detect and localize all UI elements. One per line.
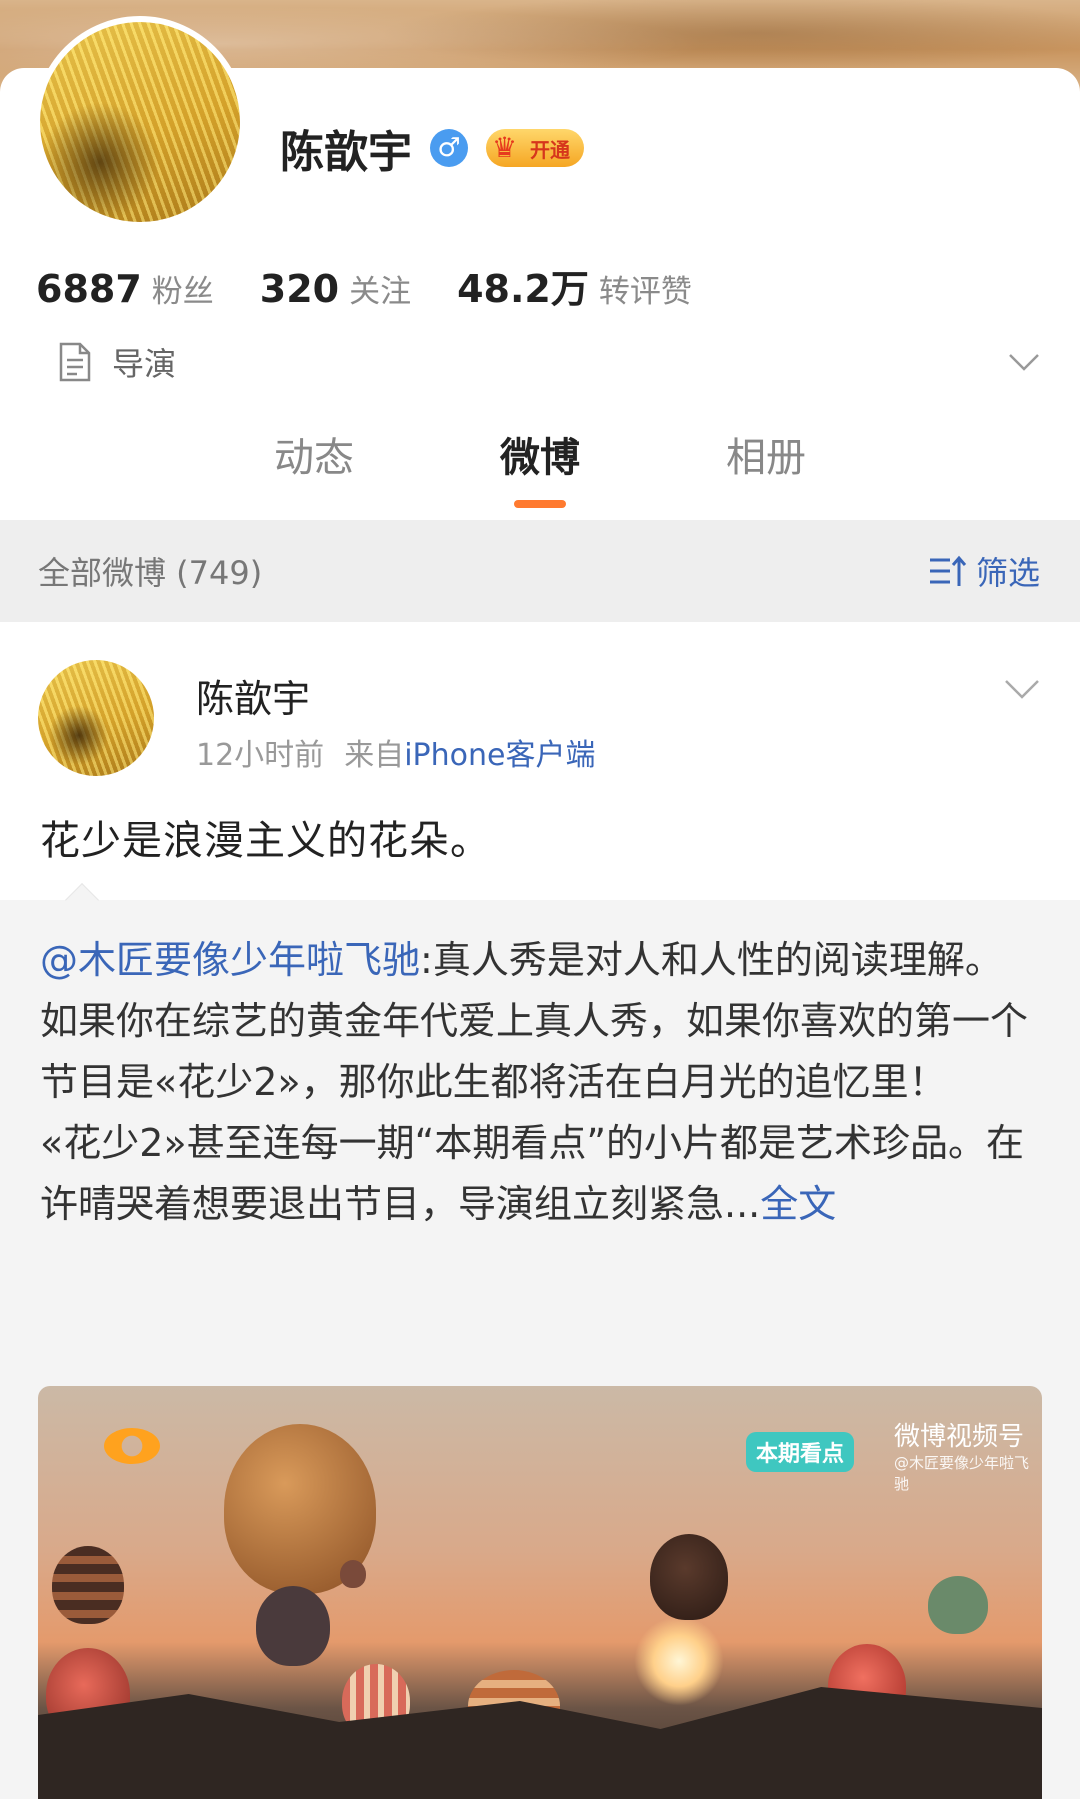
profile-name: 陈歆宇 bbox=[280, 127, 412, 178]
tab-dynamics[interactable]: 动态 bbox=[274, 428, 354, 488]
repost-mention[interactable]: @木匠要像少年啦飞驰 bbox=[40, 938, 420, 982]
chevron-down-icon[interactable] bbox=[1008, 352, 1040, 372]
video-balloon bbox=[52, 1546, 124, 1624]
active-tab-indicator bbox=[514, 500, 566, 508]
post-text: 花少是浪漫主义的花朵。 bbox=[40, 818, 491, 864]
stat-followers[interactable]: 6887 粉丝 bbox=[36, 266, 214, 311]
post-source: 来自iPhone客户端 bbox=[344, 730, 595, 774]
stat-following[interactable]: 320 关注 bbox=[260, 266, 411, 311]
profile-avatar[interactable] bbox=[34, 16, 246, 228]
tv-channel-logo-icon bbox=[104, 1428, 160, 1464]
repost-line-1: :真人秀是对人和人性的阅读理解。 bbox=[420, 938, 1003, 982]
stat-label: 关注 bbox=[349, 274, 412, 310]
video-balloon bbox=[650, 1534, 728, 1620]
tab-weibo[interactable]: 微博 bbox=[500, 428, 580, 488]
post-author-name[interactable]: 陈歆宇 bbox=[196, 668, 310, 723]
post-author-avatar[interactable] bbox=[38, 660, 154, 776]
post-source-prefix: 来自 bbox=[344, 738, 405, 773]
repost-line-2: 如果你在综艺的黄金年代爱上真人秀，如果你喜欢的第一个节目是«花少2»，那你此生都… bbox=[40, 999, 1029, 1104]
filter-button[interactable]: 筛选 bbox=[928, 548, 1040, 594]
all-posts-count: 全部微博 (749) bbox=[38, 554, 263, 592]
video-sun bbox=[634, 1616, 724, 1706]
post-meta: 12小时前 来自iPhone客户端 bbox=[196, 730, 595, 774]
video-balloon bbox=[928, 1576, 988, 1634]
watermark-brand: 微博视频号 bbox=[894, 1422, 1025, 1452]
filter-label: 筛选 bbox=[975, 554, 1040, 592]
video-balloon bbox=[256, 1586, 330, 1666]
stat-value: 48.2万 bbox=[457, 267, 589, 311]
profile-intro[interactable]: 导演 bbox=[58, 340, 176, 384]
repost-line-3: «花少2»甚至连每一期“本期看点”的小片都是艺术珍品。在许晴哭着想要退出节目，导… bbox=[40, 1121, 1025, 1226]
read-more-link[interactable]: 全文 bbox=[760, 1182, 836, 1226]
gender-male-icon: ♂ bbox=[430, 129, 468, 167]
stat-label: 粉丝 bbox=[151, 274, 214, 310]
intro-text: 导演 bbox=[112, 345, 177, 383]
vip-label: 开通 bbox=[530, 137, 570, 162]
profile-tabs: 动态 微博 相册 bbox=[0, 428, 1080, 518]
episode-tag: 本期看点 bbox=[746, 1432, 855, 1472]
filter-bar: 全部微博 (749) 筛选 bbox=[0, 520, 1080, 622]
profile-name-row: 陈歆宇 ♂ ♛ 开通 bbox=[280, 118, 584, 178]
video-thumbnail[interactable]: 本期看点 微博视频号 @木匠要像少年啦飞驰 bbox=[38, 1386, 1042, 1799]
tab-album[interactable]: 相册 bbox=[726, 428, 806, 488]
repost-text: @木匠要像少年啦飞驰:真人秀是对人和人性的阅读理解。 如果你在综艺的黄金年代爱上… bbox=[40, 930, 1040, 1235]
video-balloon bbox=[340, 1560, 366, 1588]
profile-stats: 6887 粉丝 320 关注 48.2万 转评赞 bbox=[36, 258, 738, 311]
post-source-app[interactable]: iPhone客户端 bbox=[404, 738, 595, 773]
video-watermark: 本期看点 微博视频号 @木匠要像少年啦飞驰 bbox=[746, 1416, 1036, 1493]
stat-value: 6887 bbox=[36, 267, 142, 311]
stat-label: 转评赞 bbox=[598, 274, 692, 310]
document-icon bbox=[59, 342, 91, 382]
stat-interactions[interactable]: 48.2万 转评赞 bbox=[457, 258, 692, 313]
more-chevron-icon[interactable] bbox=[1004, 678, 1040, 700]
post-time: 12小时前 bbox=[196, 738, 325, 773]
watermark-source: @木匠要像少年啦飞驰 bbox=[894, 1454, 1030, 1493]
crown-icon: ♛ bbox=[492, 131, 518, 164]
stat-value: 320 bbox=[259, 267, 340, 311]
filter-sort-icon bbox=[929, 555, 967, 586]
vip-open-button[interactable]: ♛ 开通 bbox=[486, 129, 584, 167]
